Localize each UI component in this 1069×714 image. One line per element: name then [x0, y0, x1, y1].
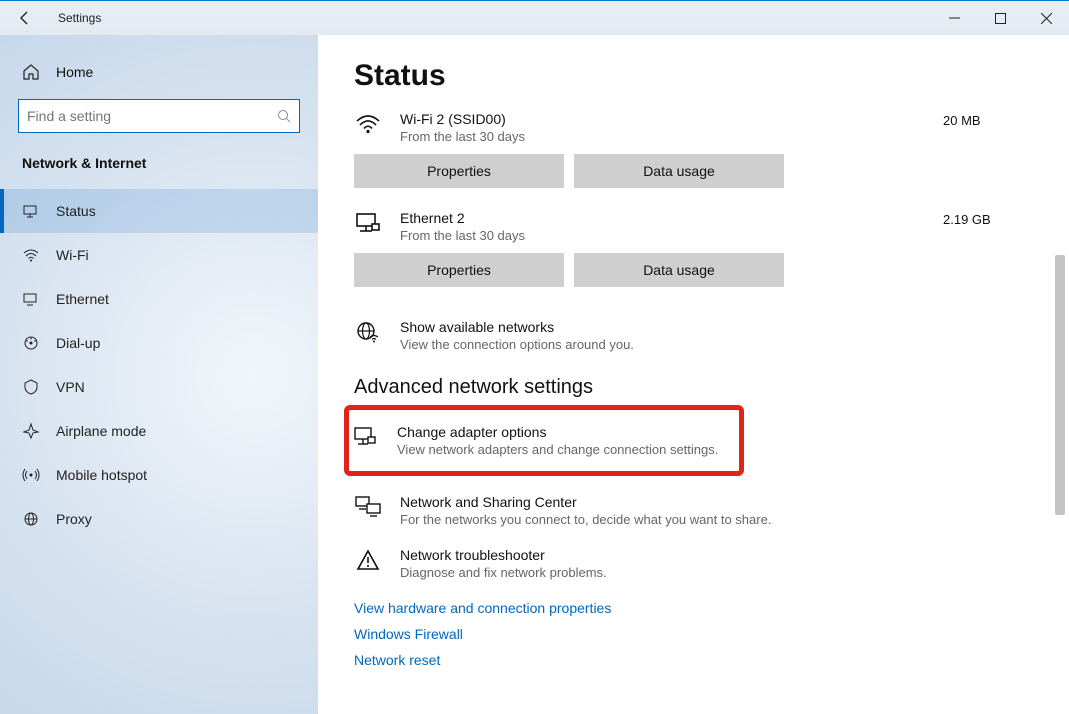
network-sub: From the last 30 days: [400, 129, 925, 144]
main-content: Status Wi-Fi 2 (SSID00) From the last 30…: [318, 35, 1069, 714]
properties-button[interactable]: Properties: [354, 154, 564, 188]
action-title: Show available networks: [400, 319, 634, 335]
sidebar-item-dialup[interactable]: Dial-up: [0, 321, 318, 365]
status-icon: [22, 202, 40, 220]
wifi-icon: [354, 111, 382, 135]
data-usage-button[interactable]: Data usage: [574, 154, 784, 188]
sidebar-item-label: VPN: [56, 379, 85, 395]
sidebar-item-proxy[interactable]: Proxy: [0, 497, 318, 541]
network-usage: 2.19 GB: [943, 210, 1033, 227]
proxy-icon: [22, 510, 40, 528]
link-hardware-properties[interactable]: View hardware and connection properties: [354, 600, 1033, 616]
network-item-wifi: Wi-Fi 2 (SSID00) From the last 30 days 2…: [354, 111, 1033, 144]
network-usage: 20 MB: [943, 111, 1033, 128]
globe-wifi-icon: [354, 319, 382, 345]
ethernet-icon: [22, 290, 40, 308]
search-input[interactable]: [18, 99, 300, 133]
home-icon: [22, 63, 40, 81]
network-sub: From the last 30 days: [400, 228, 925, 243]
ethernet-icon: [354, 210, 382, 236]
sidebar-item-airplane[interactable]: Airplane mode: [0, 409, 318, 453]
airplane-icon: [22, 422, 40, 440]
sidebar-item-label: Wi-Fi: [56, 247, 89, 263]
network-name: Ethernet 2: [400, 210, 925, 226]
network-name: Wi-Fi 2 (SSID00): [400, 111, 925, 127]
action-title: Change adapter options: [397, 424, 718, 440]
adapter-icon: [351, 424, 379, 448]
sharing-icon: [354, 494, 382, 518]
close-button[interactable]: [1023, 1, 1069, 35]
sidebar-item-label: Mobile hotspot: [56, 467, 147, 483]
sidebar-item-label: Dial-up: [56, 335, 100, 351]
sidebar-item-ethernet[interactable]: Ethernet: [0, 277, 318, 321]
action-sub: For the networks you connect to, decide …: [400, 512, 771, 527]
sidebar-item-wifi[interactable]: Wi-Fi: [0, 233, 318, 277]
window-title: Settings: [58, 11, 101, 25]
data-usage-button[interactable]: Data usage: [574, 253, 784, 287]
vpn-icon: [22, 378, 40, 396]
sidebar-item-hotspot[interactable]: Mobile hotspot: [0, 453, 318, 497]
sidebar-category: Network & Internet: [0, 155, 318, 189]
window-controls: [931, 1, 1069, 35]
maximize-button[interactable]: [977, 1, 1023, 35]
action-sub: View network adapters and change connect…: [397, 442, 718, 457]
network-troubleshooter[interactable]: Network troubleshooter Diagnose and fix …: [354, 537, 1033, 590]
titlebar: Settings: [0, 1, 1069, 35]
change-adapter-options[interactable]: Change adapter options View network adap…: [351, 420, 733, 461]
scrollbar-thumb[interactable]: [1055, 255, 1065, 515]
sidebar-item-vpn[interactable]: VPN: [0, 365, 318, 409]
link-windows-firewall[interactable]: Windows Firewall: [354, 626, 1033, 642]
sidebar-nav: Status Wi-Fi Ethernet Dial-up VPN Airpla…: [0, 189, 318, 541]
sidebar-item-label: Proxy: [56, 511, 92, 527]
scrollbar[interactable]: [1053, 35, 1067, 714]
search-icon: [277, 109, 291, 123]
action-title: Network troubleshooter: [400, 547, 607, 563]
sidebar-item-label: Status: [56, 203, 96, 219]
wifi-icon: [22, 246, 40, 264]
warning-icon: [354, 547, 382, 571]
search-field[interactable]: [27, 108, 277, 124]
dialup-icon: [22, 334, 40, 352]
sidebar: Home Network & Internet Status Wi-Fi Eth…: [0, 35, 318, 714]
home-label: Home: [56, 64, 93, 80]
show-available-networks[interactable]: Show available networks View the connect…: [354, 309, 1033, 362]
minimize-button[interactable]: [931, 1, 977, 35]
back-button[interactable]: [10, 3, 40, 33]
link-network-reset[interactable]: Network reset: [354, 652, 1033, 668]
home-button[interactable]: Home: [0, 57, 318, 99]
sidebar-item-label: Airplane mode: [56, 423, 146, 439]
sidebar-item-status[interactable]: Status: [0, 189, 318, 233]
sidebar-item-label: Ethernet: [56, 291, 109, 307]
properties-button[interactable]: Properties: [354, 253, 564, 287]
hotspot-icon: [22, 466, 40, 484]
action-sub: View the connection options around you.: [400, 337, 634, 352]
network-sharing-center[interactable]: Network and Sharing Center For the netwo…: [354, 484, 1033, 537]
highlight-box: Change adapter options View network adap…: [344, 405, 744, 476]
network-item-ethernet: Ethernet 2 From the last 30 days 2.19 GB: [354, 210, 1033, 243]
advanced-heading: Advanced network settings: [354, 376, 1033, 399]
action-sub: Diagnose and fix network problems.: [400, 565, 607, 580]
action-title: Network and Sharing Center: [400, 494, 771, 510]
page-title: Status: [354, 59, 1033, 93]
